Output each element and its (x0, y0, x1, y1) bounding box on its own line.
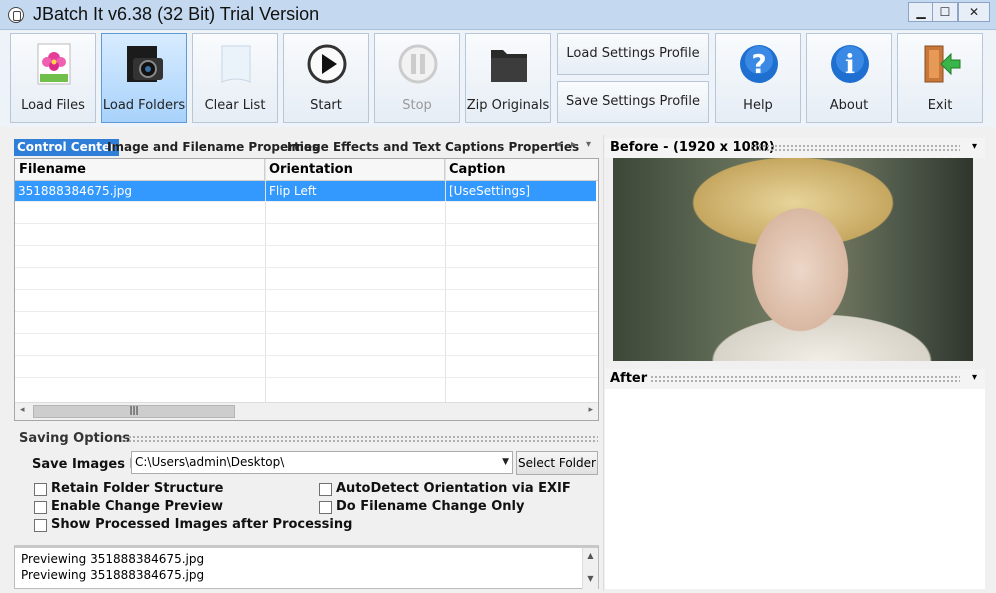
stop-label: Stop (402, 98, 432, 113)
photo-flower-icon (37, 43, 71, 85)
after-preview-area (605, 389, 985, 589)
log-scrollbar[interactable]: ▲ ▼ (582, 548, 598, 589)
chevron-down-icon[interactable]: ▼ (502, 452, 509, 473)
tab-scroll-left-icon[interactable]: ◂ (556, 139, 561, 150)
before-preview-image (613, 158, 973, 361)
load-folders-button[interactable]: Load Folders (101, 33, 187, 123)
svg-text:i: i (845, 50, 855, 80)
grid-divider (445, 159, 446, 402)
save-path-combo[interactable]: C:\Users\admin\Desktop\ ▼ (131, 451, 513, 474)
horizontal-scrollbar[interactable]: ◂ ||| ▸ (15, 402, 598, 420)
tab-strip: Control Center Image and Filename Proper… (14, 138, 599, 157)
tab-menu-icon[interactable]: ▾ (586, 139, 591, 150)
log-line: Previewing 351888384675.jpg (21, 552, 205, 566)
show-processed-images-checkbox[interactable] (34, 519, 47, 532)
grid-rule (15, 245, 598, 246)
section-grip (750, 144, 960, 152)
load-files-label: Load Files (21, 98, 85, 113)
scroll-up-icon[interactable]: ▲ (583, 551, 598, 560)
clear-list-button[interactable]: Clear List (192, 33, 278, 123)
scroll-right-icon[interactable]: ▸ (588, 405, 593, 415)
grid-rule (15, 311, 598, 312)
grid-rule (15, 267, 598, 268)
retain-folder-structure-label: Retain Folder Structure (51, 481, 224, 496)
close-button[interactable]: ✕ (958, 2, 990, 22)
column-header-filename[interactable]: Filename (15, 159, 265, 181)
file-list-grid[interactable]: Filename Orientation Caption 35188838467… (14, 158, 599, 421)
section-grip (120, 435, 598, 443)
scroll-left-icon[interactable]: ◂ (20, 405, 25, 415)
after-title: After (610, 371, 648, 386)
help-button[interactable]: ? Help (715, 33, 801, 123)
after-header: After ▾ (605, 369, 985, 389)
section-grip (650, 375, 960, 383)
grid-rule (15, 201, 598, 202)
app-icon (8, 7, 24, 23)
enable-change-preview-checkbox[interactable] (34, 501, 47, 514)
stop-button[interactable]: Stop (374, 33, 460, 123)
after-menu-icon[interactable]: ▾ (972, 372, 977, 383)
log-line: Previewing 351888384675.jpg (21, 568, 205, 582)
saving-options-title: Saving Options (19, 431, 131, 446)
maximize-button[interactable]: ☐ (932, 2, 958, 22)
save-path-value: C:\Users\admin\Desktop\ (135, 455, 285, 469)
autodetect-orientation-label: AutoDetect Orientation via EXIF (336, 481, 571, 496)
before-header: Before - (1920 x 1080) ▾ (605, 138, 985, 158)
enable-change-preview-label: Enable Change Preview (51, 499, 223, 514)
load-files-button[interactable]: Load Files (10, 33, 96, 123)
grid-divider (265, 159, 266, 402)
start-button[interactable]: Start (283, 33, 369, 123)
save-settings-profile-button[interactable]: Save Settings Profile (557, 81, 709, 123)
grid-rule (15, 223, 598, 224)
scroll-thumb[interactable]: ||| (33, 405, 235, 418)
filename-change-only-checkbox[interactable] (319, 501, 332, 514)
help-label: Help (743, 98, 773, 113)
table-row-caption[interactable]: [UseSettings] (445, 181, 596, 201)
exit-label: Exit (927, 98, 953, 113)
grid-rule (15, 355, 598, 356)
folder-icon (491, 50, 527, 82)
save-images-in-label: Save Images In (32, 457, 144, 472)
grid-rule (15, 289, 598, 290)
log-box[interactable]: Previewing 351888384675.jpg Previewing 3… (14, 545, 599, 589)
table-row-filename[interactable]: 351888384675.jpg (15, 181, 265, 201)
load-settings-profile-button[interactable]: Load Settings Profile (557, 33, 709, 75)
about-label: About (829, 98, 869, 113)
zip-originals-button[interactable]: Zip Originals (465, 33, 551, 123)
clear-list-label: Clear List (204, 98, 266, 113)
start-label: Start (310, 98, 342, 113)
select-folder-button[interactable]: Select Folder (516, 451, 598, 475)
column-header-orientation[interactable]: Orientation (265, 159, 445, 181)
before-menu-icon[interactable]: ▾ (972, 141, 977, 152)
minimize-button[interactable]: ▁ (908, 2, 934, 22)
table-row-orientation[interactable]: Flip Left (265, 181, 445, 201)
column-header-caption[interactable]: Caption (445, 159, 598, 181)
load-folders-label: Load Folders (102, 98, 186, 113)
info-icon: i (831, 45, 869, 83)
blank-page-icon (221, 45, 251, 83)
toolbar: Load Files Load Folders Clear List Start… (0, 31, 996, 127)
scroll-down-icon[interactable]: ▼ (583, 574, 598, 583)
play-icon (307, 44, 347, 84)
exit-door-icon (924, 45, 961, 83)
camera-folder-icon (127, 46, 163, 82)
exit-button[interactable]: Exit (897, 33, 983, 123)
svg-text:?: ? (751, 50, 766, 80)
grid-rule (15, 333, 598, 334)
window-title: JBatch It v6.38 (32 Bit) Trial Version (33, 4, 320, 24)
filename-change-only-label: Do Filename Change Only (336, 499, 525, 514)
tab-image-effects-captions[interactable]: Image Effects and Text Captions Properti… (284, 139, 582, 156)
grid-rule (15, 377, 598, 378)
tab-scroll-right-icon[interactable]: ▸ (571, 139, 576, 150)
title-bar: JBatch It v6.38 (32 Bit) Trial Version ▁… (0, 0, 996, 30)
about-button[interactable]: i About (806, 33, 892, 123)
autodetect-orientation-checkbox[interactable] (319, 483, 332, 496)
show-processed-images-label: Show Processed Images after Processing (51, 517, 353, 532)
help-question-icon: ? (740, 45, 778, 83)
zip-originals-label: Zip Originals (466, 98, 550, 113)
pause-icon (398, 44, 438, 84)
retain-folder-structure-checkbox[interactable] (34, 483, 47, 496)
